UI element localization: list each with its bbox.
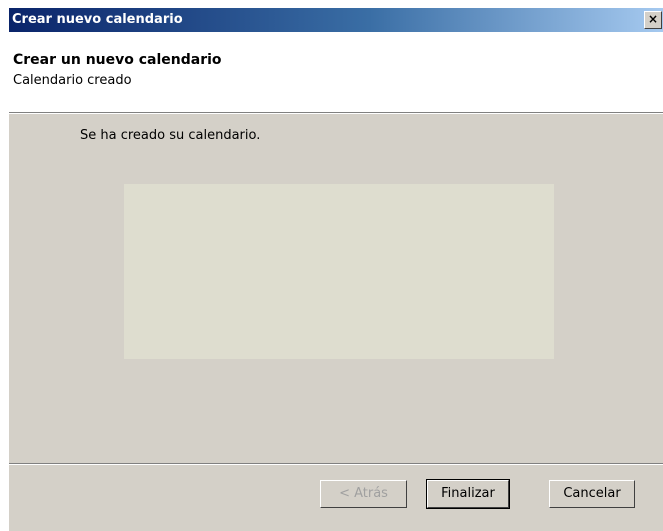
title-bar[interactable]: Crear nuevo calendario ×: [9, 8, 663, 32]
back-button[interactable]: < Atrás: [320, 480, 407, 508]
close-icon: ×: [647, 12, 659, 26]
wizard-dialog: Crear nuevo calendario × Crear un nuevo …: [8, 8, 663, 531]
header-subtitle: Calendario creado: [13, 73, 132, 88]
status-message: Se ha creado su calendario.: [80, 128, 261, 143]
calendar-preview-area: [124, 184, 554, 359]
cancel-button[interactable]: Cancelar: [549, 480, 635, 508]
footer-divider: [9, 463, 663, 465]
finish-button[interactable]: Finalizar: [426, 479, 510, 509]
wizard-header: Crear un nuevo calendario Calendario cre…: [9, 32, 663, 113]
header-title: Crear un nuevo calendario: [13, 52, 222, 68]
close-button[interactable]: ×: [644, 11, 662, 29]
header-separator: [9, 113, 663, 114]
window-title: Crear nuevo calendario: [12, 12, 183, 27]
